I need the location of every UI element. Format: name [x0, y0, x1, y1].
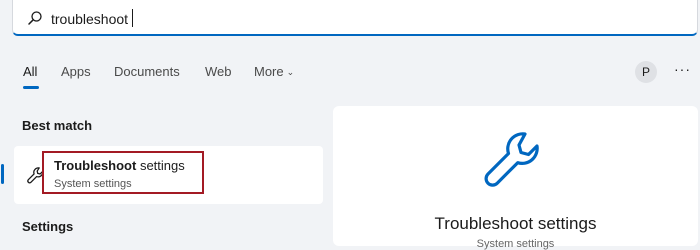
- result-subtitle: System settings: [54, 178, 132, 190]
- best-match-heading: Best match: [22, 118, 93, 133]
- tab-all-label: All: [23, 64, 38, 79]
- tab-documents[interactable]: Documents: [114, 64, 180, 79]
- result-title: Troubleshoot settings: [54, 158, 185, 173]
- preview-subtitle: System settings: [476, 238, 555, 250]
- tab-more-label: More: [254, 64, 284, 79]
- avatar[interactable]: P: [635, 61, 657, 83]
- more-options-icon: ···: [674, 61, 691, 77]
- chevron-down-icon: ⌄: [286, 67, 295, 77]
- search-query-text: troubleshoot: [51, 11, 129, 27]
- tab-documents-label: Documents: [114, 64, 180, 79]
- tab-more[interactable]: More ⌄: [254, 64, 294, 79]
- search-icon: [28, 11, 42, 25]
- tab-all[interactable]: All: [23, 64, 37, 79]
- result-title-rest: settings: [136, 158, 185, 173]
- result-title-match: Troubleshoot: [54, 158, 137, 173]
- selection-indicator: [1, 164, 4, 184]
- tab-apps-label: Apps: [61, 64, 91, 79]
- preview-wrench-icon: [484, 132, 539, 187]
- tab-apps[interactable]: Apps: [61, 64, 91, 79]
- text-caret: [132, 9, 134, 27]
- tab-web[interactable]: Web: [205, 64, 232, 79]
- preview-title: Troubleshoot settings: [434, 214, 597, 233]
- avatar-initial: P: [641, 65, 650, 79]
- active-tab-indicator: [23, 86, 39, 89]
- settings-heading: Settings: [22, 219, 74, 234]
- more-options-button[interactable]: ···: [674, 61, 691, 77]
- tab-web-label: Web: [205, 64, 232, 79]
- search-input[interactable]: troubleshoot: [51, 9, 134, 27]
- search-box[interactable]: troubleshoot: [12, 0, 698, 36]
